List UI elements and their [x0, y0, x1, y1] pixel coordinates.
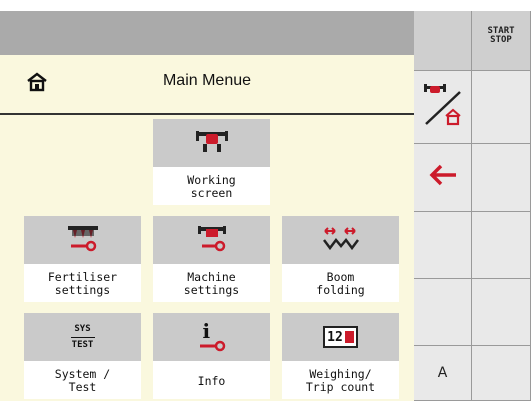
softkey-blank-4[interactable] — [472, 71, 531, 144]
tile-label: System / Test — [54, 367, 111, 394]
menu-header: Main Menue — [0, 55, 414, 115]
softkey-a-label: A — [437, 365, 448, 381]
home-toggle-icon — [420, 80, 466, 135]
back-button[interactable] — [414, 144, 472, 212]
softkey-blank-1[interactable] — [414, 11, 472, 71]
back-arrow-icon — [428, 164, 458, 191]
softkey-blank-3[interactable] — [414, 279, 472, 346]
machine-settings-icon — [194, 224, 230, 257]
tile-label: Working screen — [187, 173, 236, 200]
softkey-a-button[interactable]: A — [414, 346, 472, 401]
system-test-tile[interactable]: SYS TEST System / Test — [24, 313, 141, 399]
boom-folding-tile[interactable]: Boom folding — [282, 216, 399, 302]
tile-label: Info — [197, 373, 226, 388]
tile-label: Fertiliser settings — [47, 270, 118, 297]
home-toggle-button[interactable] — [414, 71, 472, 144]
working-screen-tile[interactable]: Working screen — [153, 119, 270, 205]
softkey-blank-5[interactable] — [472, 144, 531, 212]
weighing-trip-count-tile[interactable]: 12 Weighing/ Trip count — [282, 313, 399, 399]
machine-settings-tile[interactable]: Machine settings — [153, 216, 270, 302]
fertiliser-settings-icon — [65, 224, 101, 257]
start-stop-label: START STOP — [487, 26, 515, 45]
softkey-blank-8[interactable] — [472, 346, 531, 401]
softkey-panel: A START STOP — [414, 11, 531, 401]
start-stop-button[interactable]: START STOP — [472, 11, 531, 71]
softkey-blank-2[interactable] — [414, 212, 472, 279]
info-tile[interactable]: i Info — [153, 313, 270, 399]
softkey-blank-7[interactable] — [472, 279, 531, 346]
tile-label: Weighing/ Trip count — [305, 367, 376, 394]
page-title: Main Menue — [162, 72, 252, 89]
system-test-icon: SYS TEST — [70, 323, 95, 350]
fertiliser-settings-tile[interactable]: Fertiliser settings — [24, 216, 141, 302]
status-bar — [0, 11, 414, 55]
tile-label: Boom folding — [316, 270, 365, 297]
tile-label: Machine settings — [183, 270, 240, 297]
weighing-icon: 12 — [323, 326, 358, 348]
info-icon: i — [194, 319, 230, 352]
main-screen: Main Menue Working screen Fertiliser set… — [0, 11, 414, 401]
spreader-icon — [194, 129, 230, 158]
softkey-blank-6[interactable] — [472, 212, 531, 279]
boom-folding-icon — [321, 224, 361, 257]
